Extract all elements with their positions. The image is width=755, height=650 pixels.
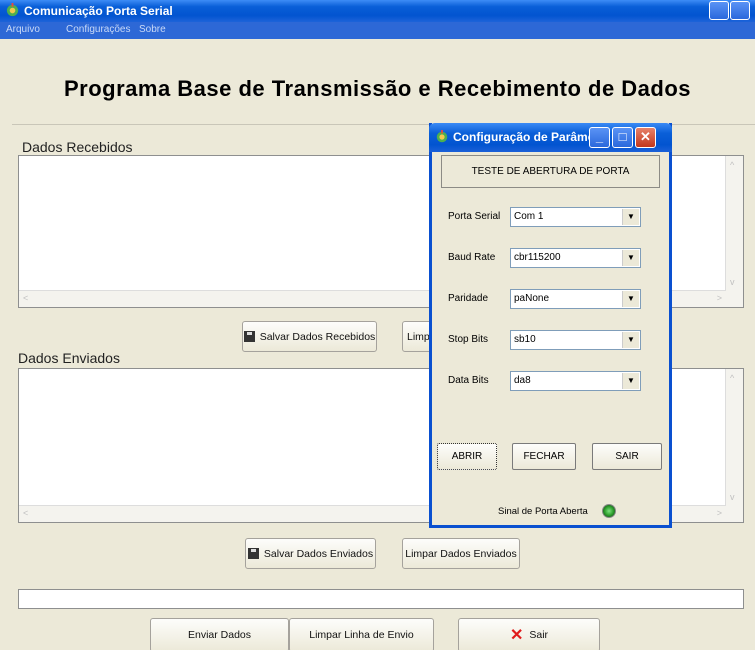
baud-label: Baud Rate <box>448 252 496 263</box>
minimize-button[interactable] <box>709 1 729 20</box>
dialog-exit-button[interactable]: SAIR <box>592 443 662 470</box>
gear-app-icon <box>436 130 448 143</box>
data-bits-label: Data Bits <box>448 375 489 386</box>
open-button[interactable]: ABRIR <box>437 443 497 470</box>
chevron-down-icon[interactable]: ▼ <box>622 209 639 225</box>
close-button[interactable]: FECHAR <box>512 443 576 470</box>
clear-sent-button[interactable]: Limpar Dados Enviados <box>402 538 520 569</box>
config-dialog: Configuração de Parâme... _ □ ✕ TESTE DE… <box>429 123 672 528</box>
page-heading: Programa Base de Transmissão e Recebimen… <box>63 76 692 101</box>
gear-app-icon <box>6 3 19 17</box>
port-select[interactable]: Com 1 ▼ <box>510 207 641 227</box>
menu-bar: Arquivo Configurações Sobre <box>0 22 755 39</box>
parity-select[interactable]: paNone ▼ <box>510 289 641 309</box>
red-x-icon: ✕ <box>509 627 524 644</box>
floppy-disk-icon <box>243 331 255 342</box>
scroll-right-icon[interactable]: > <box>717 508 722 518</box>
chevron-down-icon[interactable]: ▼ <box>622 332 639 348</box>
clear-line-button[interactable]: Limpar Linha de Envio <box>289 618 434 650</box>
close-icon[interactable]: ✕ <box>635 127 656 148</box>
chevron-down-icon[interactable]: ▼ <box>622 250 639 266</box>
port-label: Porta Serial <box>448 211 501 222</box>
received-label: Dados Recebidos <box>22 139 133 155</box>
scroll-down-icon[interactable]: v <box>730 492 735 502</box>
parity-label: Paridade <box>448 293 489 304</box>
stop-bits-label: Stop Bits <box>448 334 489 345</box>
menu-configuracoes[interactable]: Configurações <box>66 24 130 35</box>
dialog-title: Configuração de Parâme... <box>453 130 605 144</box>
vertical-scrollbar[interactable]: ^ v <box>725 156 743 307</box>
title-bar[interactable]: Comunicação Porta Serial <box>0 0 755 22</box>
maximize-icon[interactable]: □ <box>612 127 633 148</box>
signal-label: Sinal de Porta Aberta <box>498 506 588 517</box>
window-title: Comunicação Porta Serial <box>24 4 173 18</box>
test-panel: TESTE DE ABERTURA DE PORTA <box>441 155 660 188</box>
save-sent-button[interactable]: Salvar Dados Enviados <box>245 538 376 569</box>
chevron-down-icon[interactable]: ▼ <box>622 373 639 389</box>
data-bits-select[interactable]: da8 ▼ <box>510 371 641 391</box>
minimize-icon[interactable]: _ <box>589 127 610 148</box>
baud-select[interactable]: cbr115200 ▼ <box>510 248 641 268</box>
stop-bits-select[interactable]: sb10 ▼ <box>510 330 641 350</box>
save-received-button[interactable]: Salvar Dados Recebidos <box>242 321 377 352</box>
send-data-button[interactable]: Enviar Dados <box>150 618 289 650</box>
send-line-input[interactable] <box>18 589 744 609</box>
dialog-title-bar[interactable]: Configuração de Parâme... _ □ ✕ <box>429 123 672 152</box>
exit-button[interactable]: ✕ Sair <box>458 618 600 650</box>
scroll-up-icon[interactable]: ^ <box>730 373 734 383</box>
vertical-scrollbar[interactable]: ^ v <box>725 369 743 522</box>
chevron-down-icon[interactable]: ▼ <box>622 291 639 307</box>
menu-arquivo[interactable]: Arquivo <box>6 24 40 35</box>
scroll-up-icon[interactable]: ^ <box>730 160 734 170</box>
sent-label: Dados Enviados <box>18 350 120 366</box>
maximize-button[interactable] <box>730 1 750 20</box>
scroll-left-icon[interactable]: < <box>23 293 28 303</box>
floppy-disk-icon <box>247 548 259 559</box>
menu-sobre[interactable]: Sobre <box>139 24 166 35</box>
green-led-icon <box>602 504 616 518</box>
scroll-right-icon[interactable]: > <box>717 293 722 303</box>
scroll-down-icon[interactable]: v <box>730 277 735 287</box>
scroll-left-icon[interactable]: < <box>23 508 28 518</box>
